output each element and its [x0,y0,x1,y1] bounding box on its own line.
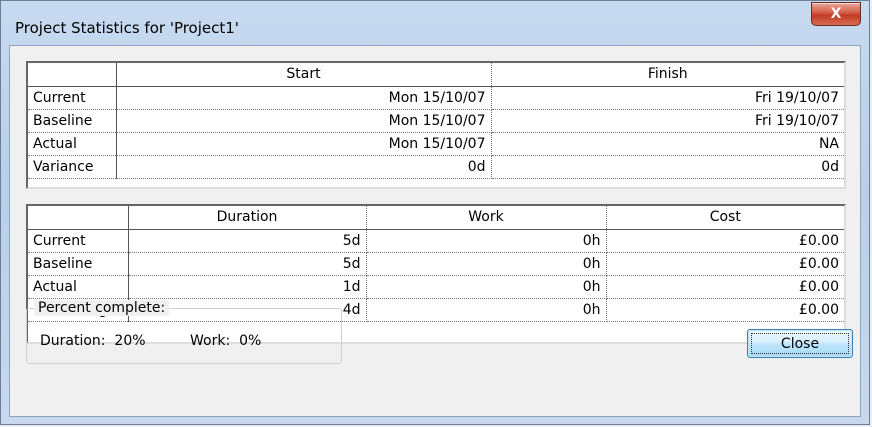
window-close-button[interactable]: X [811,2,861,26]
baseline-duration: 5d [128,252,367,276]
row-label-current: Current [28,229,129,253]
header-work: Work [366,206,607,230]
dialog-body: Start Finish Current Mon 15/10/07 Fri 19… [9,45,861,417]
table-row: Variance 0d 0d [28,155,844,179]
header-cost: Cost [606,206,844,230]
baseline-cost: £0.00 [606,252,844,276]
header-blank [28,206,129,230]
variance-finish: 0d [491,155,844,179]
table-row: Actual Mon 15/10/07 NA [28,132,844,156]
row-label-actual: Actual [28,275,129,299]
baseline-work: 0h [366,252,607,276]
title-bar: Project Statistics for 'Project1' X [1,1,869,45]
focus-rectangle [751,333,849,354]
percent-work: Work: 0% [190,333,262,349]
baseline-start: Mon 15/10/07 [116,109,492,133]
dialog-title: Project Statistics for 'Project1' [15,19,239,37]
close-icon: X [830,6,842,22]
row-label-actual: Actual [28,132,117,156]
current-duration: 5d [128,229,367,253]
dates-table: Start Finish Current Mon 15/10/07 Fri 19… [28,63,844,179]
row-label-current: Current [28,86,117,110]
current-finish: Fri 19/10/07 [491,86,844,110]
table-row: Actual 1d 0h £0.00 [28,275,844,299]
project-statistics-dialog: Project Statistics for 'Project1' X Star… [0,0,870,425]
variance-start: 0d [116,155,492,179]
actual-duration: 1d [128,275,367,299]
current-work: 0h [366,229,607,253]
header-finish: Finish [491,63,844,87]
table-row: Current Mon 15/10/07 Fri 19/10/07 [28,86,844,110]
row-label-baseline: Baseline [28,109,117,133]
actual-finish: NA [491,132,844,156]
current-cost: £0.00 [606,229,844,253]
table-row: Baseline 5d 0h £0.00 [28,252,844,276]
header-blank [28,63,117,87]
actual-cost: £0.00 [606,275,844,299]
dates-grid: Start Finish Current Mon 15/10/07 Fri 19… [26,61,846,189]
close-button[interactable]: Close [747,329,853,358]
actual-work: 0h [366,275,607,299]
percent-complete-label: Percent complete: [34,300,170,316]
row-label-variance: Variance [28,155,117,179]
dates-header-row: Start Finish [28,63,844,87]
remaining-cost: £0.00 [606,298,844,322]
actual-start: Mon 15/10/07 [116,132,492,156]
table-row: Baseline Mon 15/10/07 Fri 19/10/07 [28,109,844,133]
table-row: Current 5d 0h £0.00 [28,229,844,253]
effort-header-row: Duration Work Cost [28,206,844,230]
header-duration: Duration [128,206,367,230]
percent-duration: Duration: 20% [40,333,146,349]
baseline-finish: Fri 19/10/07 [491,109,844,133]
row-label-baseline: Baseline [28,252,129,276]
current-start: Mon 15/10/07 [116,86,492,110]
remaining-work: 0h [366,298,607,322]
header-start: Start [116,63,492,87]
